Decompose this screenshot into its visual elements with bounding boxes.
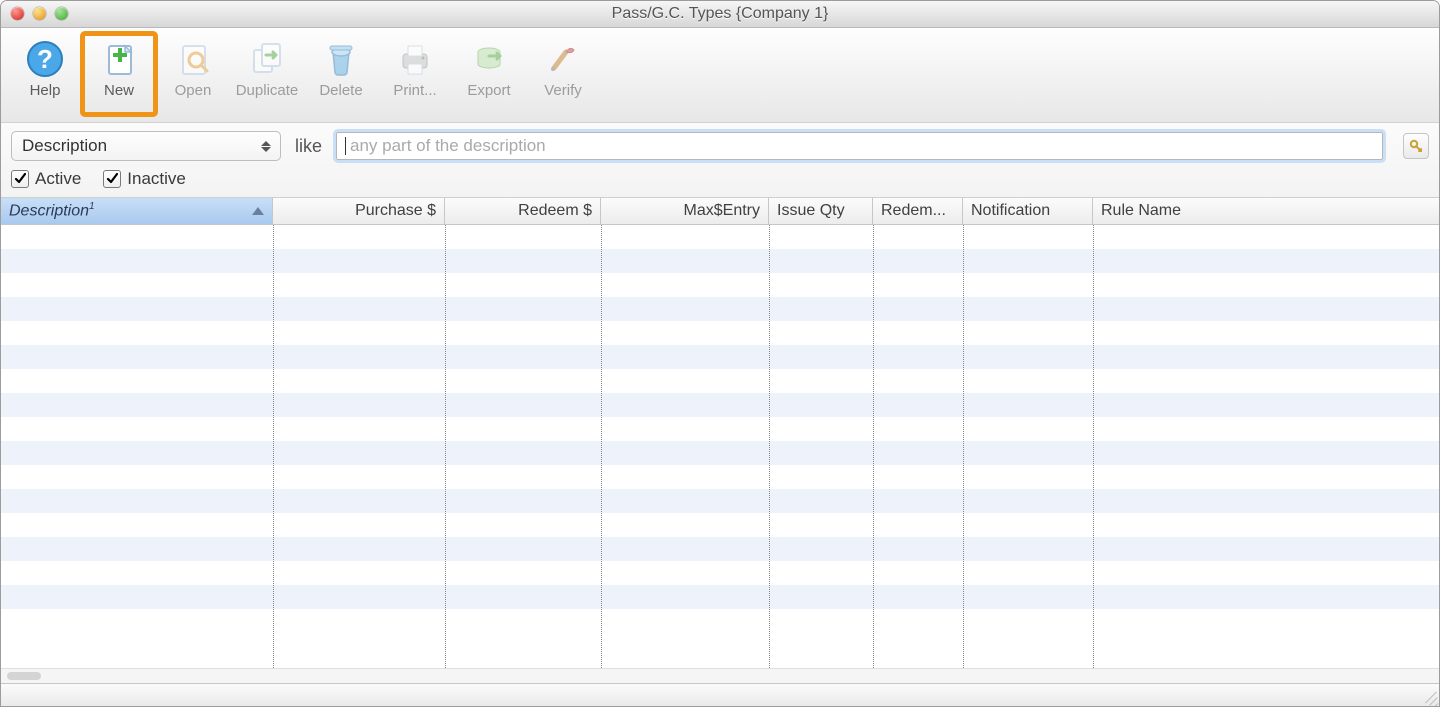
- toolbar-label: Open: [175, 82, 212, 99]
- table-row[interactable]: [1, 297, 1439, 321]
- checkbox-box: [103, 170, 121, 188]
- filter-bar: Description like: [1, 123, 1439, 198]
- column-header-notification[interactable]: Notification: [963, 198, 1093, 224]
- window-title: Pass/G.C. Types {Company 1}: [1, 5, 1439, 23]
- column-header-issue_qty[interactable]: Issue Qty: [769, 198, 873, 224]
- data-table: Description1 Purchase $ Redeem $ Max$Entry I…: [1, 198, 1439, 683]
- inactive-checkbox[interactable]: Inactive: [103, 169, 186, 189]
- print-button[interactable]: Print...: [379, 34, 451, 114]
- table-body[interactable]: [1, 225, 1439, 668]
- verify-button[interactable]: Verify: [527, 34, 599, 114]
- app-window: Pass/G.C. Types {Company 1} ? Help New Open…: [0, 0, 1440, 707]
- table-row[interactable]: [1, 369, 1439, 393]
- horizontal-scrollbar[interactable]: [1, 668, 1439, 683]
- column-label: Max$Entry: [684, 202, 760, 220]
- open-icon: [172, 36, 214, 82]
- duplicate-icon: [246, 36, 288, 82]
- column-header-max_entry[interactable]: Max$Entry: [601, 198, 769, 224]
- export-icon: [468, 36, 510, 82]
- verify-icon: [542, 36, 584, 82]
- resize-grip-icon[interactable]: [1421, 688, 1437, 704]
- toolbar-label: New: [104, 82, 134, 99]
- table-row[interactable]: [1, 417, 1439, 441]
- status-bar: [1, 683, 1439, 706]
- filter-search-input[interactable]: [348, 135, 1374, 157]
- table-row[interactable]: [1, 489, 1439, 513]
- table-row[interactable]: [1, 513, 1439, 537]
- svg-text:?: ?: [37, 44, 53, 74]
- toolbar-label: Verify: [544, 82, 582, 99]
- table-row[interactable]: [1, 345, 1439, 369]
- titlebar: Pass/G.C. Types {Company 1}: [1, 1, 1439, 28]
- checkmark-icon: [106, 173, 118, 185]
- help-button[interactable]: ? Help: [9, 34, 81, 114]
- key-icon: [1408, 138, 1424, 154]
- column-label: Rule Name: [1101, 202, 1181, 220]
- filter-key-button[interactable]: [1403, 133, 1429, 159]
- filter-search-input-wrapper[interactable]: [336, 132, 1383, 160]
- table-row[interactable]: [1, 393, 1439, 417]
- toolbar-label: Help: [30, 82, 61, 99]
- new-icon: [98, 36, 140, 82]
- column-label: Redeem $: [518, 202, 592, 220]
- delete-icon: [320, 36, 362, 82]
- column-header-purchase[interactable]: Purchase $: [273, 198, 445, 224]
- column-label: Notification: [971, 202, 1050, 220]
- new-button[interactable]: New: [83, 34, 155, 114]
- active-label: Active: [35, 169, 81, 189]
- zoom-window-button[interactable]: [55, 7, 68, 20]
- column-label: Redem...: [881, 202, 946, 220]
- toolbar: ? Help New Open Duplicate Delete Print... Expor…: [1, 28, 1439, 123]
- table-row[interactable]: [1, 273, 1439, 297]
- table-row[interactable]: [1, 441, 1439, 465]
- table-row[interactable]: [1, 585, 1439, 609]
- column-header-redeem[interactable]: Redeem $: [445, 198, 601, 224]
- table-row[interactable]: [1, 225, 1439, 249]
- window-controls: [11, 7, 68, 20]
- column-header-redemptions[interactable]: Redem...: [873, 198, 963, 224]
- export-button[interactable]: Export: [453, 34, 525, 114]
- inactive-label: Inactive: [127, 169, 186, 189]
- open-button[interactable]: Open: [157, 34, 229, 114]
- checkbox-box: [11, 170, 29, 188]
- toolbar-label: Export: [467, 82, 510, 99]
- column-header-description[interactable]: Description1: [1, 198, 273, 224]
- column-header-rule_name[interactable]: Rule Name: [1093, 198, 1439, 224]
- column-label: Description1: [9, 201, 95, 220]
- close-window-button[interactable]: [11, 7, 24, 20]
- table-row[interactable]: [1, 561, 1439, 585]
- select-stepper-icon: [258, 141, 274, 152]
- table-header-row: Description1 Purchase $ Redeem $ Max$Entry I…: [1, 198, 1439, 225]
- print-icon: [394, 36, 436, 82]
- table-row[interactable]: [1, 465, 1439, 489]
- column-label: Issue Qty: [777, 202, 845, 220]
- toolbar-label: Delete: [319, 82, 362, 99]
- duplicate-button[interactable]: Duplicate: [231, 34, 303, 114]
- filter-field-value: Description: [22, 136, 107, 156]
- filter-operator-label: like: [295, 136, 322, 157]
- text-caret: [345, 137, 346, 155]
- filter-field-select[interactable]: Description: [11, 131, 281, 161]
- table-row[interactable]: [1, 249, 1439, 273]
- help-icon: ?: [24, 36, 66, 82]
- active-checkbox[interactable]: Active: [11, 169, 81, 189]
- checkmark-icon: [14, 173, 26, 185]
- column-label: Purchase $: [355, 202, 436, 220]
- table-row[interactable]: [1, 609, 1439, 633]
- toolbar-label: Print...: [393, 82, 436, 99]
- minimize-window-button[interactable]: [33, 7, 46, 20]
- toolbar-label: Duplicate: [236, 82, 299, 99]
- sort-ascending-icon: [252, 207, 264, 215]
- table-row[interactable]: [1, 321, 1439, 345]
- delete-button[interactable]: Delete: [305, 34, 377, 114]
- scrollbar-thumb[interactable]: [7, 672, 41, 680]
- table-row[interactable]: [1, 537, 1439, 561]
